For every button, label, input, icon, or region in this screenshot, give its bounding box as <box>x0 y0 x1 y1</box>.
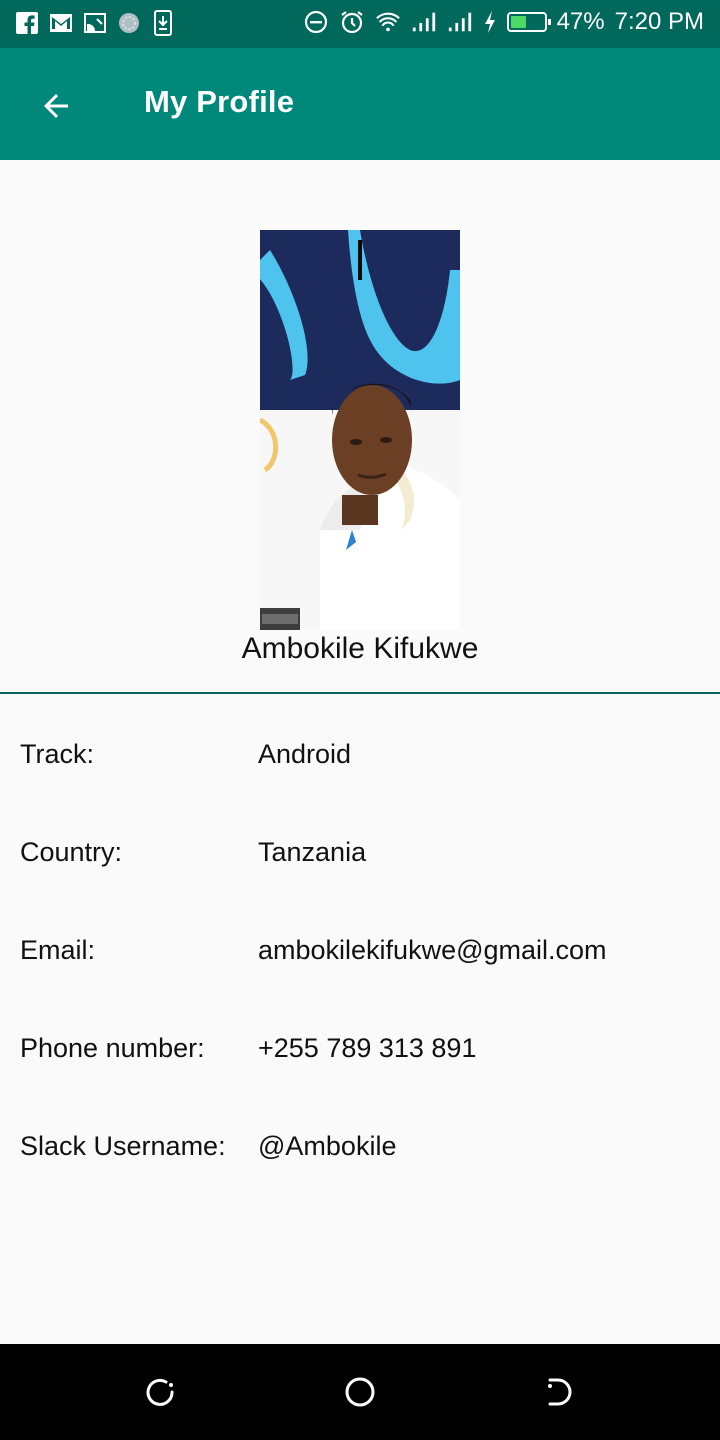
system-status: 47% 7:20 PM <box>303 8 704 36</box>
detail-row-email: Email: ambokilekifukwe@gmail.com <box>0 935 720 975</box>
wifi-icon <box>375 9 401 35</box>
profile-photo <box>260 230 460 630</box>
notification-icons <box>14 10 176 36</box>
recents-button[interactable] <box>140 1372 180 1412</box>
recents-icon <box>146 1378 174 1406</box>
home-button[interactable] <box>340 1372 380 1412</box>
app-bar: My Profile <box>0 48 720 160</box>
do-not-disturb-icon <box>303 9 329 35</box>
clock: 7:20 PM <box>614 8 704 35</box>
battery-level <box>510 16 526 28</box>
navigation-bar <box>0 1344 720 1440</box>
back-nav-button[interactable] <box>540 1372 580 1412</box>
status-bar: 47% 7:20 PM <box>0 0 720 48</box>
sync-icon <box>116 10 142 36</box>
detail-value: ambokilekifukwe@gmail.com <box>258 935 607 965</box>
detail-label: Country: <box>20 837 123 867</box>
detail-row-track: Track: Android <box>0 739 720 779</box>
detail-row-slack: Slack Username: @Ambokile <box>0 1131 720 1171</box>
arrow-back-icon <box>44 94 68 118</box>
detail-label: Email: <box>20 935 96 965</box>
signal-icon <box>447 9 473 35</box>
detail-value: +255 789 313 891 <box>258 1033 477 1063</box>
detail-value: Android <box>258 739 352 769</box>
signal-icon <box>411 9 437 35</box>
detail-row-phone: Phone number: +255 789 313 891 <box>0 1033 720 1073</box>
back-icon <box>548 1378 572 1406</box>
gmail-icon <box>48 10 74 36</box>
download-icon <box>150 10 176 36</box>
battery-percent: 47% <box>556 8 605 35</box>
facebook-icon <box>14 10 40 36</box>
back-button[interactable] <box>28 78 84 134</box>
detail-row-country: Country: Tanzania <box>0 837 720 877</box>
detail-value: @Ambokile <box>258 1131 397 1161</box>
alarm-icon <box>339 9 365 35</box>
profile-screen: 47% 7:20 PM My Profile Ambokile Kifukwe … <box>0 0 720 1440</box>
detail-label: Track: <box>20 739 94 769</box>
battery-icon <box>506 12 551 32</box>
detail-label: Phone number: <box>20 1033 205 1063</box>
charging-icon <box>483 9 497 35</box>
home-icon <box>345 1377 375 1407</box>
profile-name: Ambokile Kifukwe <box>241 632 479 665</box>
detail-value: Tanzania <box>258 837 367 867</box>
cast-icon <box>82 10 108 36</box>
page-title: My Profile <box>144 84 295 119</box>
detail-label: Slack Username: <box>20 1131 226 1161</box>
divider <box>0 692 720 694</box>
